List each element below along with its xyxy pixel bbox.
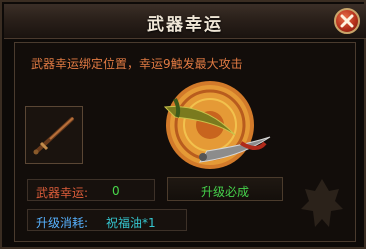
upgrade-cost-field: 升级消耗: 祝福油*1	[27, 209, 187, 231]
weapon-luck-field: 武器幸运: 0	[27, 179, 155, 201]
weapon-luck-label: 武器幸运:	[36, 186, 89, 200]
dragon-watermark-icon	[299, 175, 345, 239]
sword-icon	[33, 117, 74, 155]
weapon-item-slot[interactable]	[25, 106, 83, 164]
weapon-luck-value: 0	[112, 184, 120, 198]
window-title: 武器幸运	[147, 15, 223, 35]
upgrade-button[interactable]: 升级必成	[167, 177, 283, 201]
upgrade-cost-label: 升级消耗:	[36, 216, 89, 230]
description-text: 武器幸运绑定位置，幸运9触发最大攻击	[31, 57, 243, 71]
title-bar[interactable]: 武器幸运	[4, 4, 366, 39]
content-frame: 武器幸运绑定位置，幸运9触发最大攻击 武器幸运: 0 升级必成 升级消耗: 祝福…	[14, 42, 356, 242]
close-x-icon	[340, 14, 354, 28]
upgrade-button-label: 升级必成	[200, 185, 249, 199]
close-button[interactable]	[334, 8, 360, 34]
upgrade-cost-value: 祝福油*1	[106, 216, 156, 230]
weapon-luck-window: 武器幸运 武器幸运绑定位置，幸运9触发最大攻击 武器幸运: 0 升级必成 升级消…	[0, 0, 366, 249]
weapon-emblem-icon	[145, 77, 275, 181]
